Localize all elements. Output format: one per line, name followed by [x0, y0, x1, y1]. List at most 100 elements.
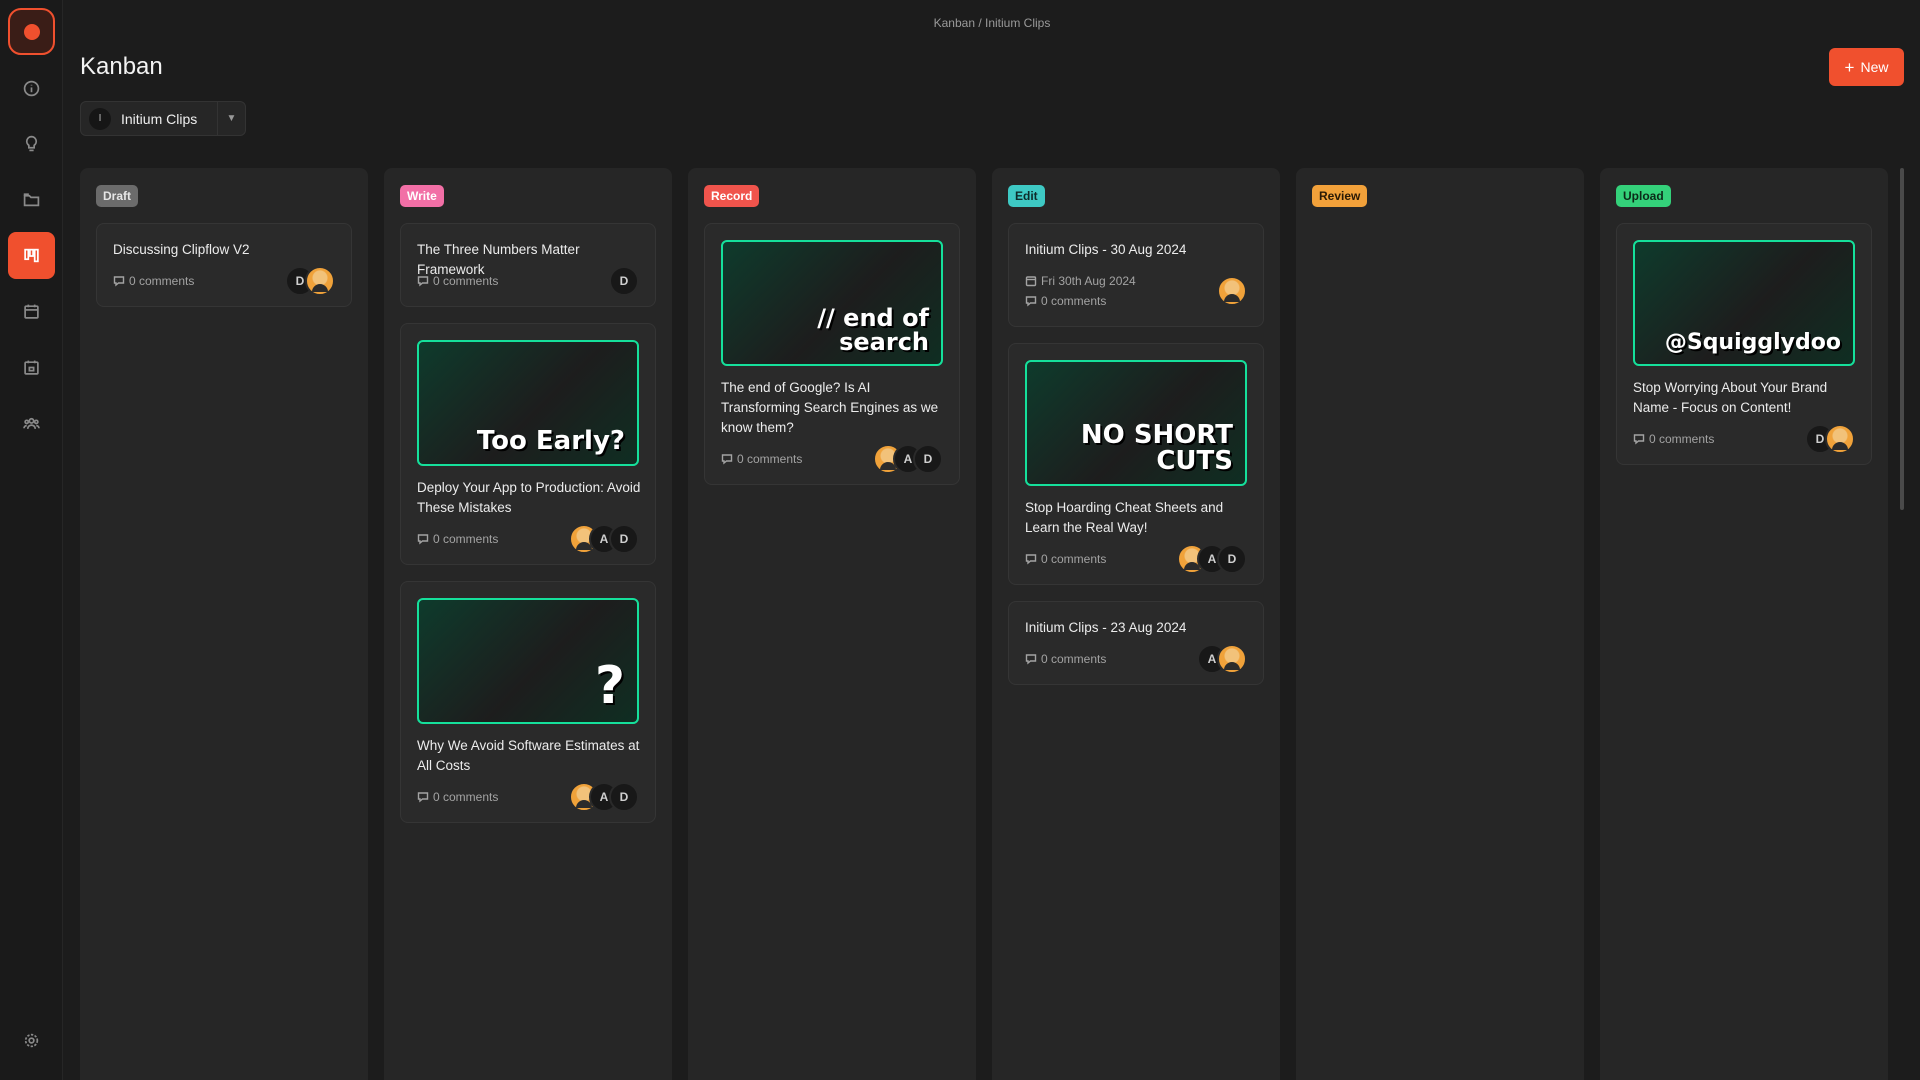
- team-icon: [23, 417, 40, 429]
- video-thumbnail: ?: [417, 598, 639, 724]
- comment-icon: [721, 454, 733, 465]
- avatar[interactable]: D: [609, 782, 639, 812]
- video-thumbnail: Too Early?: [417, 340, 639, 466]
- nav-settings[interactable]: [8, 1017, 55, 1064]
- folder-icon: [23, 193, 40, 207]
- nav-kanban[interactable]: [8, 232, 55, 279]
- comment-count-text: 0 comments: [737, 452, 803, 466]
- thumbnail-caption: // end of search: [817, 304, 929, 356]
- avatar[interactable]: D: [913, 444, 943, 474]
- task-card[interactable]: ? Why We Avoid Software Estimates at All …: [400, 581, 656, 823]
- nav-folders[interactable]: [8, 176, 55, 223]
- project-selector[interactable]: I Initium Clips ▼: [80, 101, 246, 136]
- assignee-avatars: A: [1197, 644, 1247, 674]
- assignee-avatars: AD: [569, 524, 639, 554]
- column-status-badge: Edit: [1008, 185, 1045, 207]
- lightbulb-icon: [25, 135, 38, 152]
- video-thumbnail: NO SHORT CUTS: [1025, 360, 1247, 486]
- comment-count-text: 0 comments: [433, 790, 499, 804]
- comment-count-text: 0 comments: [129, 274, 195, 288]
- avatar[interactable]: [1217, 644, 1247, 674]
- video-thumbnail: @Squigglydoo: [1633, 240, 1855, 366]
- column-status-badge: Draft: [96, 185, 139, 207]
- task-card[interactable]: NO SHORT CUTS Stop Hoarding Cheat Sheets …: [1008, 343, 1264, 585]
- assignee-avatars: D: [1805, 424, 1855, 454]
- assignee-avatars: [1217, 276, 1247, 306]
- page-title: Kanban: [80, 53, 163, 80]
- plus-icon: +: [1844, 57, 1855, 77]
- card-title: The end of Google? Is AI Transforming Se…: [721, 380, 939, 435]
- comment-icon: [1025, 554, 1037, 565]
- avatar[interactable]: D: [1217, 544, 1247, 574]
- comment-count-text: 0 comments: [433, 274, 499, 288]
- avatar[interactable]: [305, 266, 335, 296]
- due-date-text: Fri 30th Aug 2024: [1041, 274, 1136, 288]
- comment-count[interactable]: 0 comments: [1633, 432, 1714, 446]
- comment-count[interactable]: 0 comments: [417, 274, 498, 288]
- new-button-label: New: [1860, 59, 1889, 75]
- task-card[interactable]: Initium Clips - 30 Aug 2024 Fri 30th Aug …: [1008, 223, 1264, 327]
- task-card[interactable]: Initium Clips - 23 Aug 2024 0 comments A: [1008, 601, 1264, 685]
- calendar-icon: [1025, 276, 1037, 287]
- due-date: Fri 30th Aug 2024: [1025, 274, 1136, 288]
- column-status-badge: Review: [1312, 185, 1368, 207]
- comment-icon: [417, 276, 429, 287]
- assignee-avatars: AD: [569, 782, 639, 812]
- avatar[interactable]: [1217, 276, 1247, 306]
- board-scrollbar[interactable]: [1900, 168, 1904, 510]
- project-avatar: I: [89, 107, 111, 130]
- comment-count[interactable]: 0 comments: [417, 532, 498, 546]
- chevron-down-icon[interactable]: ▼: [217, 102, 245, 135]
- comment-count[interactable]: 0 comments: [1025, 552, 1106, 566]
- column-status-badge: Record: [704, 185, 760, 207]
- task-card[interactable]: The Three Numbers Matter Framework 0 comm…: [400, 223, 656, 307]
- card-title: Stop Worrying About Your Brand Name - Fo…: [1633, 380, 1828, 415]
- column-edit: Edit Initium Clips - 30 Aug 2024 Fri 30th …: [992, 168, 1280, 1080]
- avatar[interactable]: D: [609, 266, 639, 296]
- task-card[interactable]: Discussing Clipflow V2 0 comments D: [96, 223, 352, 307]
- project-name: Initium Clips: [121, 110, 198, 127]
- nav-calendar[interactable]: [8, 288, 55, 335]
- comment-count-text: 0 comments: [433, 532, 499, 546]
- comment-count[interactable]: 0 comments: [1025, 294, 1106, 308]
- nav-ideas[interactable]: [8, 120, 55, 167]
- calendar-icon: [24, 304, 39, 319]
- comment-icon: [113, 276, 125, 287]
- thumbnail-caption: Too Early?: [476, 426, 625, 456]
- settings-icon: [24, 1033, 39, 1048]
- comment-count[interactable]: 0 comments: [721, 452, 802, 466]
- column-status-badge: Upload: [1616, 185, 1671, 207]
- assignee-avatars: D: [285, 266, 335, 296]
- comment-icon: [1633, 434, 1645, 445]
- card-title: Initium Clips - 30 Aug 2024: [1025, 242, 1187, 257]
- schedule-icon: [24, 360, 39, 375]
- comment-count[interactable]: 0 comments: [113, 274, 194, 288]
- thumbnail-caption: NO SHORT CUTS: [1080, 420, 1233, 476]
- card-title: Why We Avoid Software Estimates at All C…: [417, 738, 640, 773]
- task-card[interactable]: // end of search The end of Google? Is AI…: [704, 223, 960, 485]
- nav-schedule[interactable]: [8, 344, 55, 391]
- avatar[interactable]: [1825, 424, 1855, 454]
- thumbnail-caption: @Squigglydoo: [1664, 330, 1841, 355]
- comment-count[interactable]: 0 comments: [1025, 652, 1106, 666]
- nav-team[interactable]: [8, 400, 55, 447]
- new-button[interactable]: + New: [1829, 48, 1904, 86]
- comment-count[interactable]: 0 comments: [417, 790, 498, 804]
- column-write: Write The Three Numbers Matter Framework 0…: [384, 168, 672, 1080]
- column-review: Review: [1296, 168, 1584, 1080]
- column-upload: Upload @Squigglydoo Stop Worrying About Yo…: [1600, 168, 1888, 1080]
- comment-icon: [417, 534, 429, 545]
- card-title: Deploy Your App to Production: Avoid The…: [417, 480, 641, 515]
- avatar[interactable]: D: [609, 524, 639, 554]
- nav-info[interactable]: [8, 65, 55, 112]
- column-draft: Draft Discussing Clipflow V2 0 comments D: [80, 168, 368, 1080]
- assignee-avatars: AD: [873, 444, 943, 474]
- column-status-badge: Write: [400, 185, 444, 207]
- assignee-avatars: D: [609, 266, 639, 296]
- column-record: Record // end of search The end of Google?…: [688, 168, 976, 1080]
- sidebar: [0, 0, 63, 1080]
- task-card[interactable]: Too Early? Deploy Your App to Production:…: [400, 323, 656, 565]
- comment-icon: [1025, 296, 1037, 307]
- task-card[interactable]: @Squigglydoo Stop Worrying About Your Bra…: [1616, 223, 1872, 465]
- comment-icon: [417, 792, 429, 803]
